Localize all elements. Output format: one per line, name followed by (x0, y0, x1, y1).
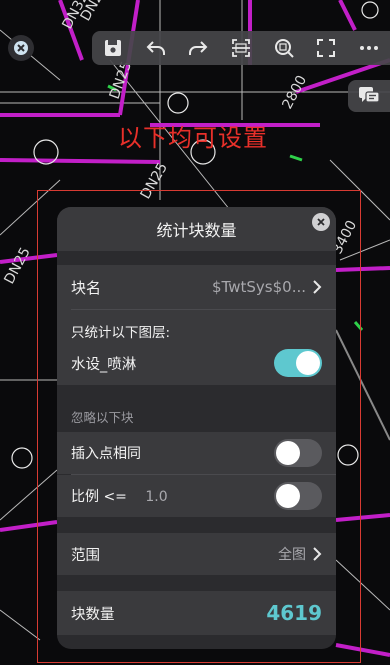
scan-icon (231, 39, 250, 57)
zoom-extents-button[interactable] (269, 33, 299, 63)
block-count-label: 块数量 (71, 606, 115, 623)
top-toolbar (92, 31, 390, 65)
save-icon (105, 40, 122, 56)
close-icon (14, 41, 28, 55)
block-count-row: 块数量 4619 (57, 591, 336, 635)
same-insert-toggle[interactable] (274, 439, 322, 467)
scale-label: 比例 <= (71, 489, 127, 505)
block-name-row[interactable]: 块名 $TwtSys$0... (57, 265, 336, 309)
layer-name: 水设_喷淋 (71, 356, 137, 373)
redo-button[interactable] (183, 33, 213, 63)
layer-filter-row: 只统计以下图层: 水设_喷淋 (57, 309, 336, 385)
range-label: 范围 (71, 547, 100, 564)
dialog-close-button[interactable] (312, 213, 330, 231)
range-value: 全图 (278, 547, 306, 563)
cad-label: DN25 (1, 245, 33, 287)
annotation-text: 以下均可设置 (118, 124, 268, 152)
layer-filter-toggle[interactable] (274, 349, 322, 377)
undo-icon (146, 41, 165, 55)
block-count-dialog: 统计块数量 块名 $TwtSys$0... 只统计以下图层: 水设_喷淋 忽略以… (57, 207, 336, 649)
undo-button[interactable] (141, 33, 171, 63)
chat-icon (359, 87, 380, 103)
chevron-right-icon (313, 280, 322, 294)
scale-input[interactable]: 1.0 (145, 489, 167, 505)
ignore-section-header: 忽略以下块 (71, 410, 134, 425)
more-button[interactable] (354, 33, 384, 63)
redo-icon (189, 41, 208, 55)
block-name-label: 块名 (71, 278, 102, 297)
layer-filter-label: 只统计以下图层: (71, 325, 171, 341)
scan-button[interactable] (226, 33, 256, 63)
block-name-value: $TwtSys$0... (212, 278, 306, 296)
comment-button[interactable] (348, 80, 390, 112)
chevron-right-icon (313, 547, 322, 561)
close-icon (317, 218, 325, 226)
same-insert-label: 插入点相同 (71, 446, 141, 462)
save-button[interactable] (98, 33, 128, 63)
close-drawing-button[interactable] (8, 35, 34, 61)
cad-label: DN25 (107, 59, 135, 101)
fullscreen-button[interactable] (311, 33, 341, 63)
dialog-title: 统计块数量 (57, 207, 336, 251)
range-row[interactable]: 范围 全图 (57, 533, 336, 575)
zoom-extents-icon (274, 39, 294, 58)
scale-row: 比例 <= 1.0 (57, 475, 336, 517)
more-icon (359, 46, 378, 50)
block-count-value: 4619 (266, 601, 322, 625)
fullscreen-icon (317, 39, 336, 57)
scale-toggle[interactable] (274, 482, 322, 510)
same-insert-row: 插入点相同 (57, 432, 336, 474)
